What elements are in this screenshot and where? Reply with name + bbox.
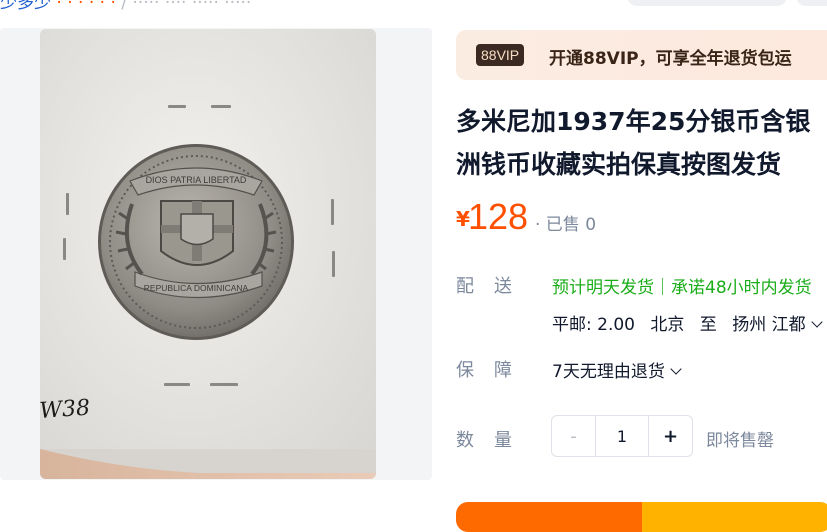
sold-count: · 已售 0 [535,215,597,235]
ship-to-location[interactable]: 扬州 江都 [732,315,805,335]
coin-motto: DIOS PATRIA LIBERTAD [146,175,247,185]
guarantee-label: 保障 [456,360,514,381]
price-value: 128 [468,196,529,237]
breadcrumb-bar: 少多少 · · · · · · / ····· ···· ····· ····· [0,0,827,14]
ship-from: 北京 [650,315,685,335]
add-to-cart-button[interactable] [642,502,827,532]
buy-now-button[interactable] [456,502,646,532]
vip-banner[interactable]: 88VIP 开通88VIP，可享全年退货包运 [456,30,827,80]
coin-photo-image: DIOS PATRIA LIBERTAD REPUBLICA DOMINICAN… [40,29,376,479]
decrease-button[interactable]: - [552,416,596,456]
chevron-down-icon[interactable] [810,316,823,328]
ship-to-word: 至 [699,315,717,335]
guarantee-value: 7天无理由退货 [552,362,665,382]
increase-button[interactable]: + [648,416,692,456]
product-title-line-1: 多米尼加1937年25分银币含银 [456,107,811,136]
quantity-label: 数量 [456,430,514,451]
stock-status: 即将售罄 [706,431,774,451]
quantity-stepper: - 1 + [551,415,693,457]
breadcrumb-shop[interactable]: · · · · · · [56,0,115,13]
breadcrumb[interactable]: 少多少 · · · · · · / ····· ···· ····· ····· [0,0,251,13]
delivery-label: 配送 [456,276,514,297]
quantity-input[interactable]: 1 [596,416,648,456]
delivery-promise: 预计明天发货｜承诺48小时内发货 [552,278,812,298]
coin-legend: REPUBLICA DOMINICANA [144,283,249,293]
product-title-line-2: 洲钱币收藏实拍保真按图发货 [456,150,782,179]
header-pill[interactable] [627,0,787,6]
shipping-info[interactable]: 平邮: 2.00 北京 至 扬州 江都 [552,310,823,335]
handwritten-mark: W38 [40,396,91,424]
header-pill-2[interactable] [796,0,827,6]
breadcrumb-rest: / ····· ···· ····· ····· [121,0,252,13]
breadcrumb-home[interactable]: 少多少 [0,0,51,13]
chevron-down-icon [670,363,682,375]
postage-fee: 平邮: 2.00 [552,315,635,335]
vip-promo-text: 开通88VIP，可享全年退货包运 [549,49,792,69]
product-photo[interactable]: DIOS PATRIA LIBERTAD REPUBLICA DOMINICAN… [40,29,376,479]
product-title: 多米尼加1937年25分银币含银 洲钱币收藏实拍保真按图发货 [456,100,827,186]
vip-badge: 88VIP [476,44,525,66]
guarantee-dropdown[interactable]: 7天无理由退货 [552,357,682,382]
